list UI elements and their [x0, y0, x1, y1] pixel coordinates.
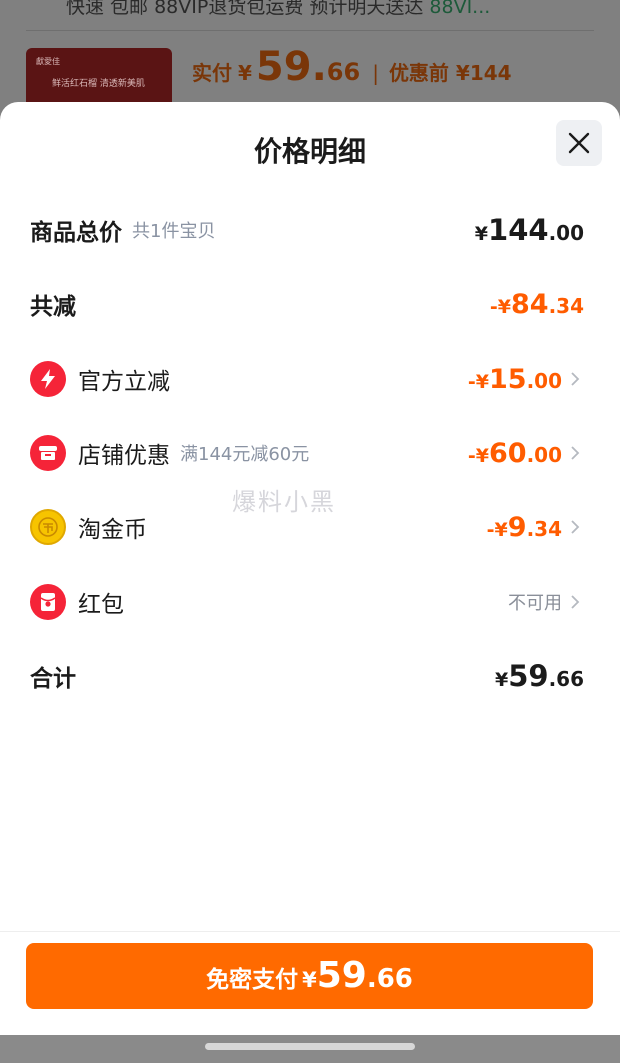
amount-int: 84 — [510, 288, 549, 320]
price-detail-sheet: 价格明细 商品总价 共1件宝贝 ¥ 144 .00 共减 -¥ 84 .34 官… — [0, 102, 620, 1035]
original-price: 优惠前 ¥144 — [388, 61, 512, 85]
amount-int: 9 — [507, 511, 527, 543]
row-label: 商品总价 — [30, 220, 122, 246]
shipping-info: 快速 包邮 88VIP退货包运费 预计明天送达 88VI... — [66, 0, 490, 19]
red-envelope-status: 不可用 — [508, 593, 562, 614]
pay-button[interactable]: 免密支付 ¥ 59 .66 — [26, 943, 593, 1009]
chevron-right-icon — [570, 519, 584, 535]
currency-symbol: ¥ — [494, 669, 509, 691]
thumbnail-brand: 獻愛佳 — [36, 57, 60, 66]
store-discount-amount: -¥ 60 .00 — [468, 438, 562, 469]
row-goods-total: 商品总价 共1件宝贝 ¥ 144 .00 — [30, 205, 584, 255]
row-sub: 满144元减60元 — [180, 444, 310, 465]
divider — [26, 30, 594, 31]
pay-amount-dec: .66 — [366, 964, 413, 994]
row-official-discount[interactable]: 官方立减 -¥ 15 .00 — [30, 354, 584, 404]
row-label: 合计 — [30, 666, 76, 692]
currency-symbol: -¥ — [489, 295, 511, 318]
amount-dec: .66 — [548, 667, 584, 691]
total-amount: ¥ 59 .66 — [495, 659, 584, 693]
amount-dec: .00 — [548, 221, 584, 245]
row-total: 合计 ¥ 59 .66 — [30, 651, 584, 701]
amount-dec: .00 — [526, 442, 562, 467]
total-discount-amount: -¥ 84 .34 — [490, 289, 584, 320]
chevron-right-icon — [570, 594, 584, 610]
close-icon — [568, 132, 590, 154]
taojinbi-amount: -¥ 9 .34 — [487, 512, 562, 543]
price-label: 实付 — [192, 61, 232, 85]
chevron-right-icon — [570, 371, 584, 387]
currency-symbol: -¥ — [467, 444, 489, 467]
amount-dec: .34 — [526, 516, 562, 541]
price-dec: 66 — [326, 58, 361, 86]
pay-amount-int: 59 — [316, 955, 367, 996]
goods-total-amount: ¥ 144 .00 — [475, 213, 584, 247]
store-icon — [30, 435, 66, 471]
red-envelope-icon — [30, 584, 66, 620]
row-red-envelope[interactable]: 红包 不可用 — [30, 577, 584, 627]
amount-dec: .00 — [526, 368, 562, 393]
coin-icon — [30, 509, 66, 545]
system-navigation-bar — [0, 1035, 620, 1063]
shipping-text: 快速 包邮 88VIP退货包运费 预计明天送达 — [66, 0, 424, 18]
row-store-discount[interactable]: 店铺优惠 满144元减60元 -¥ 60 .00 — [30, 428, 584, 478]
row-total-discount: 共减 -¥ 84 .34 — [30, 279, 584, 329]
currency-symbol: ¥ — [302, 968, 317, 992]
amount-int: 60 — [488, 437, 527, 469]
price-divider: | — [372, 61, 379, 85]
pay-button-label: 免密支付 — [206, 967, 299, 993]
shipping-highlight: 88VI... — [429, 0, 491, 18]
close-button[interactable] — [556, 120, 602, 166]
row-label: 共减 — [30, 294, 76, 320]
amount-int: 59 — [508, 659, 549, 693]
currency-symbol: ¥ — [474, 223, 489, 245]
amount-dec: .34 — [548, 293, 584, 318]
background-price: 实付 ¥ 59. 66 | 优惠前 ¥144 — [192, 44, 512, 90]
price-symbol: ¥ — [238, 61, 252, 85]
official-discount-amount: -¥ 15 .00 — [468, 364, 562, 395]
chevron-right-icon — [570, 445, 584, 461]
currency-symbol: -¥ — [467, 370, 489, 393]
sheet-title: 价格明细 — [253, 135, 366, 168]
row-sub: 共1件宝贝 — [132, 221, 216, 242]
row-label: 官方立减 — [78, 369, 170, 395]
currency-symbol: -¥ — [486, 518, 508, 541]
amount-int: 144 — [488, 213, 549, 247]
row-label: 红包 — [78, 592, 124, 618]
thumbnail-text: 鲜活红石榴 清透新美肌 — [52, 79, 145, 89]
price-int: 59. — [255, 44, 327, 90]
watermark: 爆料小黑 — [232, 488, 336, 516]
row-label: 店铺优惠 — [78, 443, 170, 469]
lightning-icon — [30, 361, 66, 397]
footer-divider — [0, 931, 620, 932]
home-indicator[interactable] — [205, 1043, 415, 1050]
amount-int: 15 — [488, 363, 527, 395]
row-label: 淘金币 — [78, 517, 147, 543]
